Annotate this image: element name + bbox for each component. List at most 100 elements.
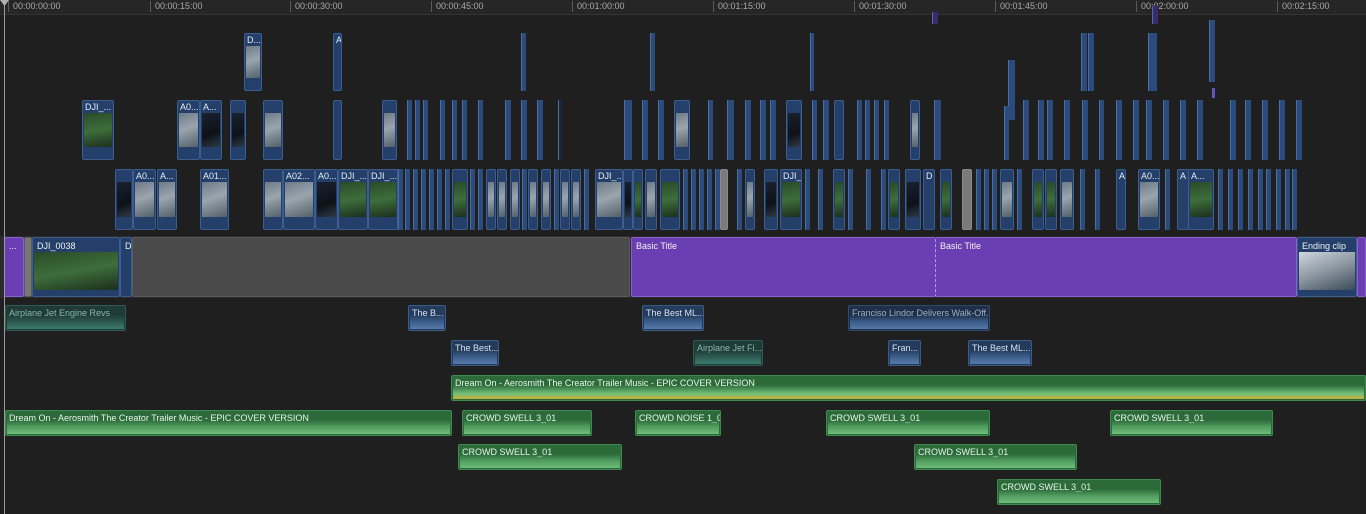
video-clip[interactable] [486, 169, 496, 230]
video-clip[interactable] [445, 169, 450, 230]
video-clip[interactable] [1133, 100, 1139, 160]
video-clip[interactable] [1266, 169, 1271, 230]
video-clip[interactable] [805, 169, 810, 230]
video-clip[interactable] [462, 100, 467, 160]
video-clip[interactable] [537, 100, 543, 160]
video-clip[interactable] [263, 169, 283, 230]
ending-clip[interactable]: Ending clip [1297, 237, 1357, 297]
video-clip[interactable] [910, 100, 920, 160]
video-clip[interactable] [932, 12, 938, 24]
video-clip[interactable] [1218, 169, 1223, 230]
video-clip[interactable] [1230, 100, 1236, 160]
video-clip[interactable] [541, 169, 551, 230]
video-clip[interactable] [528, 169, 538, 230]
audio-clip[interactable]: Fran... [888, 340, 921, 366]
video-clip[interactable] [737, 169, 742, 230]
video-clip[interactable] [1064, 100, 1070, 160]
video-clip[interactable] [992, 169, 997, 230]
video-clip[interactable] [407, 100, 412, 160]
video-clip[interactable] [1045, 169, 1057, 230]
video-clip[interactable] [660, 169, 680, 230]
video-clip[interactable] [683, 169, 688, 230]
audio-clip[interactable]: Franciso Lindor Delivers Walk-Off... [848, 305, 990, 331]
gap-clip[interactable] [132, 237, 630, 297]
video-clip[interactable] [810, 33, 814, 91]
video-clip[interactable]: A... [157, 169, 177, 230]
sfx-clip[interactable]: CROWD SWELL 3_01 [914, 444, 1077, 470]
video-clip[interactable] [707, 169, 712, 230]
video-clip[interactable] [633, 169, 643, 230]
music-clip[interactable]: Dream On - Aerosmith The Creator Trailer… [451, 375, 1366, 401]
audio-clip[interactable]: The Best ML... [968, 340, 1032, 366]
video-clip[interactable] [874, 100, 879, 160]
video-clip[interactable] [1116, 100, 1122, 160]
video-clip[interactable] [1197, 100, 1203, 160]
video-clip[interactable] [1238, 169, 1243, 230]
video-clip[interactable] [691, 169, 696, 230]
video-clip[interactable] [823, 100, 829, 160]
video-clip[interactable] [1023, 100, 1029, 160]
video-clip[interactable] [770, 100, 776, 160]
video-clip[interactable] [708, 100, 713, 160]
video-clip[interactable]: A01... [200, 169, 229, 230]
video-clip[interactable]: A0... [1138, 169, 1160, 230]
video-clip[interactable] [674, 100, 690, 160]
video-clip[interactable]: A0... [315, 169, 338, 230]
video-clip[interactable] [1163, 100, 1169, 160]
video-clip[interactable] [398, 169, 403, 230]
video-clip[interactable] [522, 169, 527, 230]
video-clip[interactable] [1099, 100, 1104, 160]
video-clip[interactable] [1276, 169, 1281, 230]
video-clip[interactable] [645, 169, 657, 230]
playhead[interactable] [4, 0, 5, 514]
video-clip[interactable] [452, 169, 468, 230]
video-clip[interactable] [230, 100, 246, 160]
video-clip[interactable] [1095, 169, 1100, 230]
video-clip[interactable]: A [333, 33, 342, 91]
video-clip[interactable] [115, 169, 133, 230]
video-clip[interactable] [558, 100, 562, 160]
video-clip[interactable] [1082, 100, 1088, 160]
video-clip[interactable] [497, 169, 507, 230]
basic-title-clip[interactable]: Basic Title [631, 237, 936, 297]
audio-clip[interactable]: The Best ML... [642, 305, 704, 331]
video-clip[interactable] [1032, 169, 1044, 230]
video-clip[interactable]: DJI_... [595, 169, 623, 230]
video-clip[interactable] [812, 100, 817, 160]
title-clip[interactable]: ... [4, 237, 24, 297]
video-clip[interactable] [478, 100, 483, 160]
video-clip[interactable] [423, 100, 428, 160]
video-clip[interactable] [976, 169, 981, 230]
video-clip[interactable] [571, 169, 581, 230]
title-clip[interactable] [1357, 237, 1366, 297]
video-clip[interactable]: A... [200, 100, 222, 160]
video-clip[interactable] [1060, 169, 1074, 230]
video-clip[interactable] [727, 100, 734, 160]
video-clip[interactable] [745, 169, 755, 230]
video-clip[interactable] [1047, 100, 1053, 160]
video-clip[interactable] [962, 169, 972, 230]
sfx-clip[interactable]: CROWD SWELL 3_01 [997, 479, 1161, 505]
video-clip[interactable] [699, 169, 704, 230]
video-clip[interactable] [505, 100, 511, 160]
video-clip[interactable] [510, 169, 520, 230]
video-clip[interactable] [1088, 33, 1094, 91]
video-clip[interactable] [405, 169, 410, 230]
video-clip[interactable] [1292, 169, 1297, 230]
video-clip[interactable] [818, 169, 823, 230]
video-clip[interactable] [934, 100, 941, 160]
video-clip[interactable] [521, 100, 527, 160]
video-clip[interactable] [905, 169, 921, 230]
video-clip[interactable] [1146, 100, 1152, 160]
video-clip[interactable] [470, 169, 475, 230]
sfx-clip[interactable]: CROWD SWELL 3_01 [462, 410, 592, 436]
video-clip[interactable] [760, 100, 766, 160]
video-clip[interactable] [786, 100, 802, 160]
video-clip[interactable] [1080, 169, 1085, 230]
video-clip[interactable] [1180, 100, 1186, 160]
video-clip[interactable] [764, 169, 778, 230]
video-clip[interactable] [263, 100, 283, 160]
sfx-clip[interactable]: CROWD NOISE 1_01 [635, 410, 721, 436]
video-clip[interactable] [437, 169, 442, 230]
basic-title-clip[interactable]: Basic Title [935, 237, 1297, 297]
